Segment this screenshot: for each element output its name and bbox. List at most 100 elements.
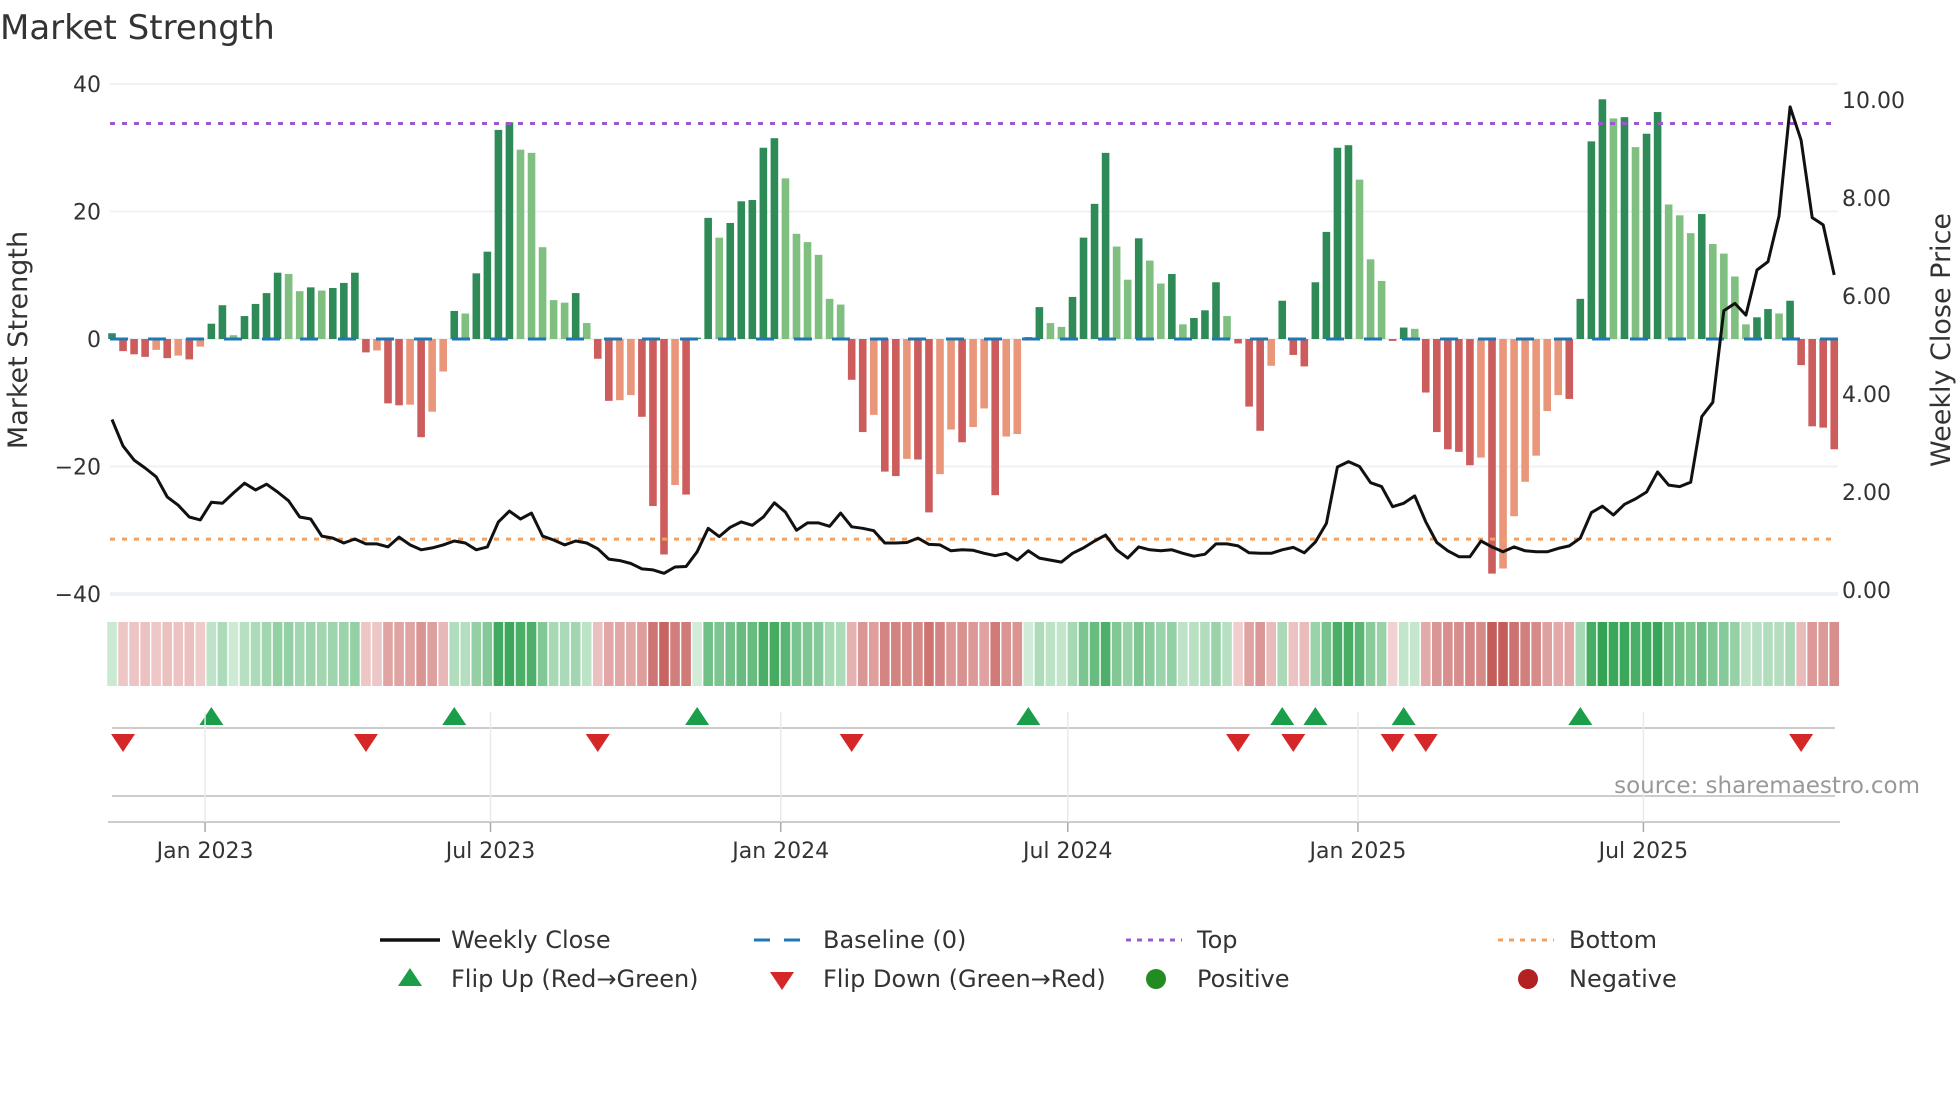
strip-cell xyxy=(173,622,184,686)
strength-bar xyxy=(1377,280,1386,339)
strip-cell xyxy=(1719,622,1729,686)
strip-cell xyxy=(1752,622,1762,686)
strip-cell xyxy=(118,622,128,686)
strip-cell xyxy=(1696,622,1707,686)
strip-cell xyxy=(1796,622,1806,686)
strip-cell xyxy=(416,622,426,686)
strip-cell xyxy=(305,622,316,686)
strip-cell xyxy=(283,622,294,686)
strength-bar xyxy=(527,152,536,339)
legend-negative-icon xyxy=(1518,969,1538,989)
strip-cell xyxy=(747,622,758,686)
strength-bar xyxy=(163,339,171,359)
strength-bar xyxy=(682,339,690,495)
flip-up-marker xyxy=(1303,707,1328,725)
strip-cell xyxy=(1288,622,1299,686)
strength-bar xyxy=(1433,339,1441,433)
strength-bar xyxy=(494,129,503,339)
strength-bar xyxy=(1300,339,1309,367)
strength-bar xyxy=(825,298,834,339)
strip-cell xyxy=(813,622,824,686)
strength-bar xyxy=(1565,339,1574,399)
legend-positive-icon xyxy=(1146,969,1166,989)
strength-bar xyxy=(141,339,149,357)
strength-bar xyxy=(1278,300,1287,339)
strength-bar xyxy=(1543,339,1551,412)
strength-bar xyxy=(671,339,679,485)
strength-bar xyxy=(649,339,657,507)
strength-bar xyxy=(947,339,955,430)
strength-bar xyxy=(483,251,492,339)
strength-bar xyxy=(317,290,326,339)
strip-cell xyxy=(681,622,691,686)
flip-down-marker xyxy=(1789,734,1814,752)
strength-bar xyxy=(516,149,525,339)
strip-cell xyxy=(1730,622,1740,686)
strip-cell xyxy=(1420,622,1431,686)
strip-cell xyxy=(1465,622,1475,686)
strength-bar xyxy=(1157,283,1165,339)
strip-cell xyxy=(1156,622,1166,686)
strip-cell xyxy=(1685,622,1696,686)
strip-cell xyxy=(1476,622,1486,686)
strength-bar xyxy=(638,339,646,417)
strength-bar xyxy=(218,305,227,339)
strength-bar xyxy=(571,293,580,339)
strength-bar xyxy=(616,339,624,401)
strength-bar xyxy=(417,339,425,438)
strength-bar xyxy=(1742,324,1750,339)
strength-bar xyxy=(130,339,138,355)
strip-cell xyxy=(1674,622,1685,686)
strip-cell xyxy=(162,622,172,686)
strip-cell xyxy=(548,622,559,686)
strip-cell xyxy=(1774,622,1784,686)
strength-bar xyxy=(251,303,260,339)
x-tick-label: Jan 2023 xyxy=(155,839,254,864)
strip-cell xyxy=(449,622,460,686)
strength-bar xyxy=(1410,328,1419,339)
strip-cell xyxy=(1575,622,1586,686)
strip-cell xyxy=(493,622,504,686)
flip-markers xyxy=(111,707,1814,752)
strength-bar xyxy=(969,339,977,427)
strip-cell xyxy=(1122,622,1133,686)
strip-cell xyxy=(868,622,879,686)
strength-bar xyxy=(1068,296,1077,339)
strength-bar xyxy=(869,339,878,415)
legend-label: Positive xyxy=(1197,965,1290,993)
flip-up-marker xyxy=(442,707,467,725)
flip-up-marker xyxy=(1568,707,1593,725)
strip-cell xyxy=(1829,622,1840,686)
strip-cell xyxy=(979,622,989,686)
strip-cell xyxy=(1365,622,1376,686)
strength-bar xyxy=(306,287,315,339)
strength-bar xyxy=(605,339,613,401)
legend-label: Flip Down (Green→Red) xyxy=(823,965,1106,993)
strip-cell xyxy=(1089,622,1100,686)
strength-bar xyxy=(1289,339,1298,355)
strength-bar xyxy=(1134,238,1143,339)
strip-cell xyxy=(1432,622,1442,686)
strip-cell xyxy=(1553,622,1564,686)
strength-bar xyxy=(1830,339,1839,450)
strength-bar xyxy=(560,302,569,339)
strength-bar xyxy=(1609,118,1618,339)
strip-cell xyxy=(1542,622,1552,686)
strength-bar xyxy=(1421,339,1430,393)
strength-bar xyxy=(1046,323,1055,339)
strip-cell xyxy=(968,622,978,686)
strip-cell xyxy=(990,622,1000,686)
strength-bar xyxy=(792,233,801,339)
strength-bar xyxy=(1664,204,1673,339)
strip-cell xyxy=(1409,622,1420,686)
y-tick-label: 40 xyxy=(73,73,101,98)
strip-cell xyxy=(1222,622,1232,686)
flip-up-marker xyxy=(685,707,710,725)
y2-axis-ticks: 10.00 8.00 6.00 4.00 2.00 0.00 xyxy=(1842,89,1905,604)
strength-bar xyxy=(1013,339,1022,434)
strip-cell xyxy=(615,622,625,686)
flip-up-marker xyxy=(199,707,224,725)
strip-cell xyxy=(1641,622,1652,686)
strength-bar xyxy=(814,254,823,339)
source-note: source: sharemaestro.com xyxy=(1614,773,1920,799)
